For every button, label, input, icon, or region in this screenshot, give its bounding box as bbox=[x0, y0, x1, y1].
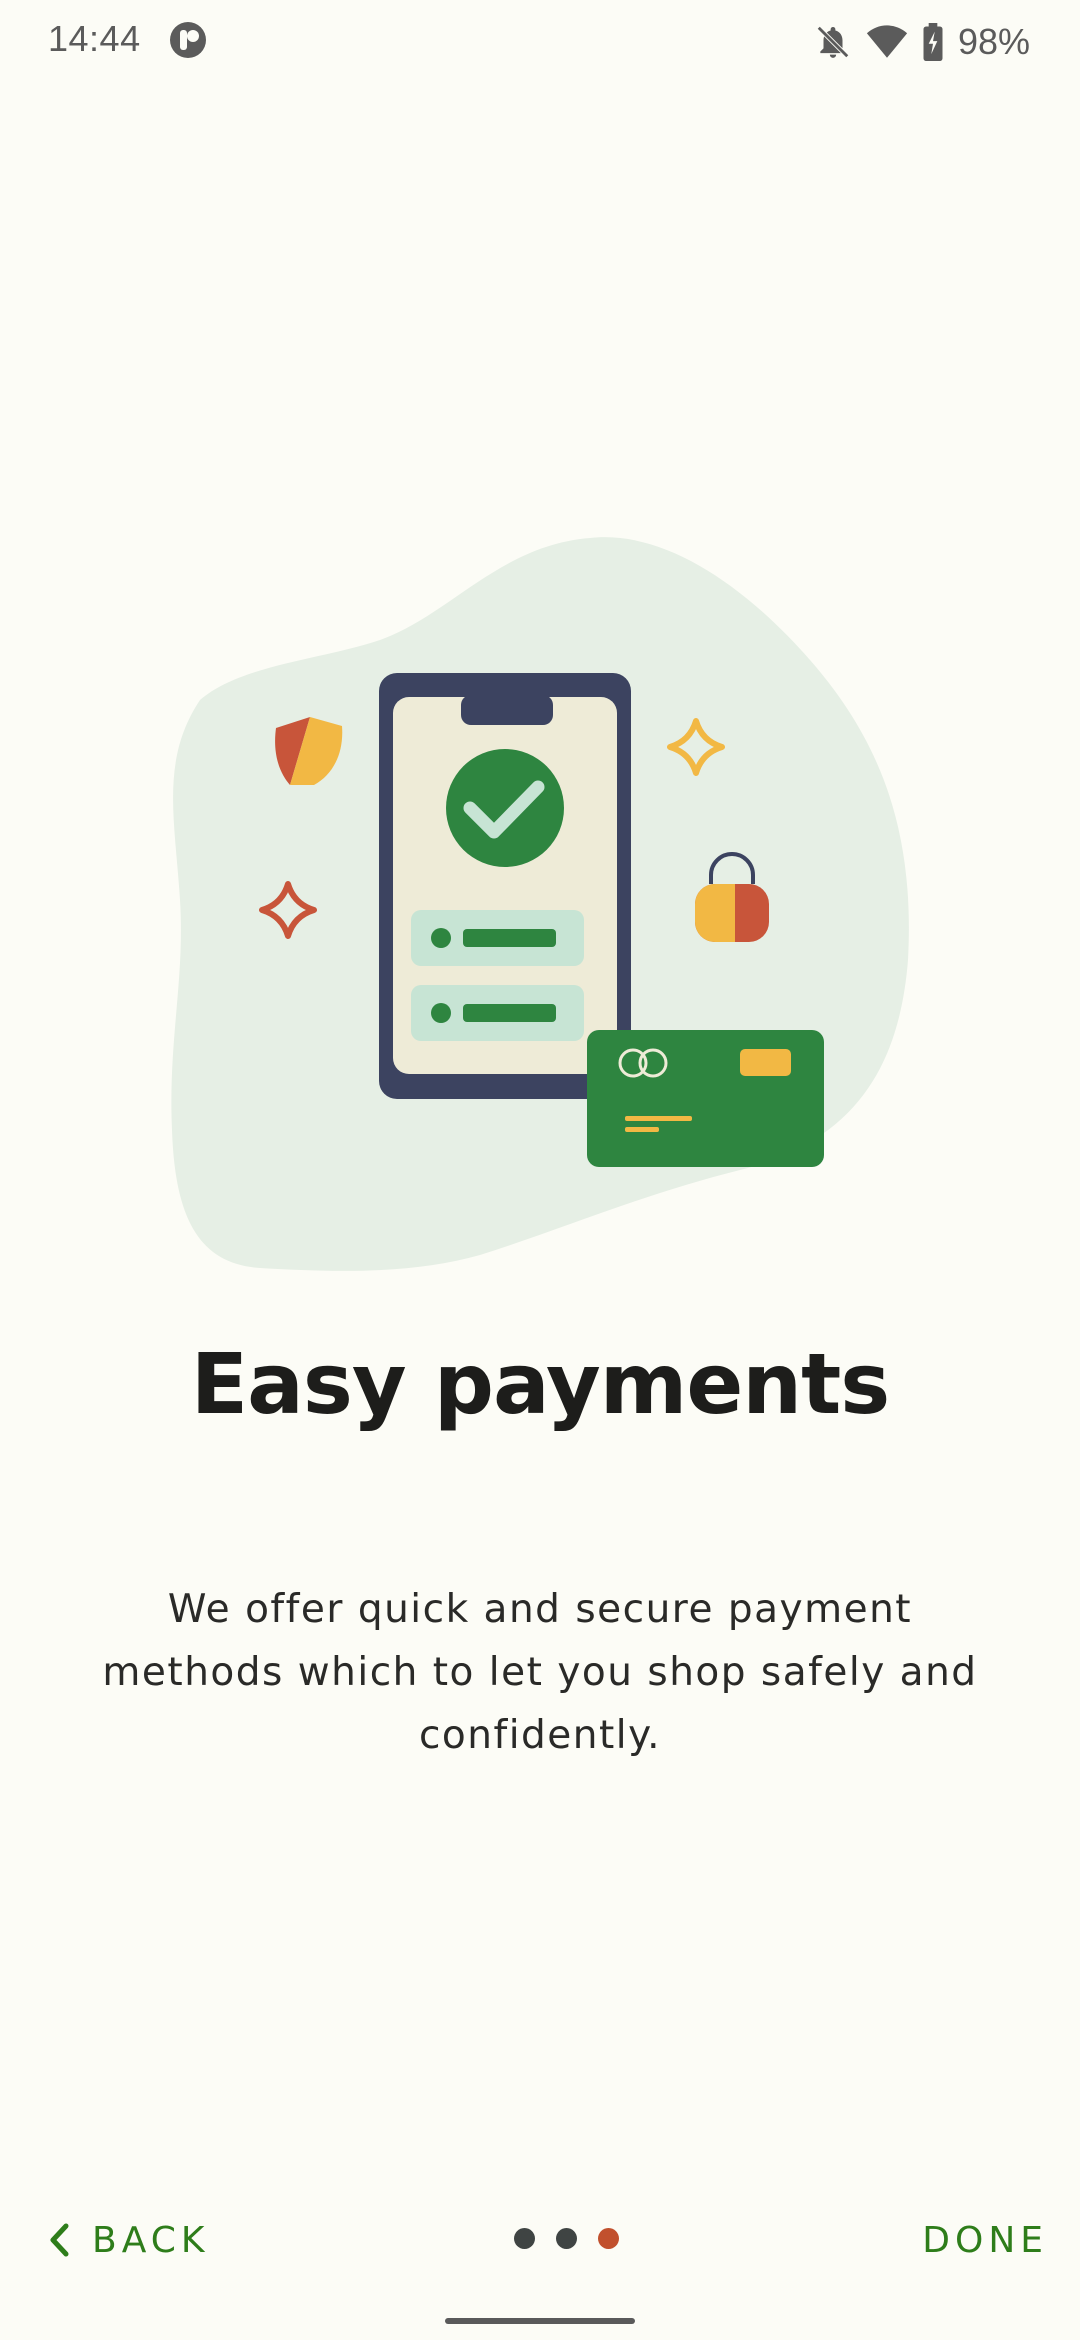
page-dot bbox=[514, 2228, 535, 2249]
chevron-left-icon bbox=[50, 2223, 69, 2257]
page-dot-active bbox=[598, 2228, 619, 2249]
status-time: 14:44 bbox=[48, 18, 141, 59]
back-label: BACK bbox=[92, 2219, 210, 2261]
back-button[interactable]: BACK bbox=[48, 2200, 209, 2280]
status-icons: 98% bbox=[814, 18, 1030, 66]
page-title: Easy payments bbox=[190, 1335, 891, 1433]
done-button[interactable]: DONE bbox=[922, 2200, 1048, 2280]
bell-off-icon bbox=[817, 26, 849, 58]
page-dot bbox=[556, 2228, 577, 2249]
check-circle-icon bbox=[446, 749, 564, 867]
easy-payments-illustration bbox=[171, 537, 909, 1271]
done-label: DONE bbox=[922, 2219, 1048, 2261]
battery-charging-icon bbox=[923, 23, 943, 61]
status-bar: 14:44 98% bbox=[0, 0, 1080, 84]
app-badge-icon bbox=[170, 22, 206, 58]
page-description: We offer quick and secure payment method… bbox=[102, 1587, 978, 1758]
onboarding-navigation: BACK DONE bbox=[0, 2200, 1080, 2280]
battery-percentage: 98% bbox=[957, 21, 1030, 62]
credit-card-icon bbox=[587, 1030, 824, 1167]
home-indicator[interactable] bbox=[445, 2318, 635, 2324]
wifi-icon bbox=[866, 25, 908, 58]
page-indicator bbox=[514, 2228, 619, 2249]
